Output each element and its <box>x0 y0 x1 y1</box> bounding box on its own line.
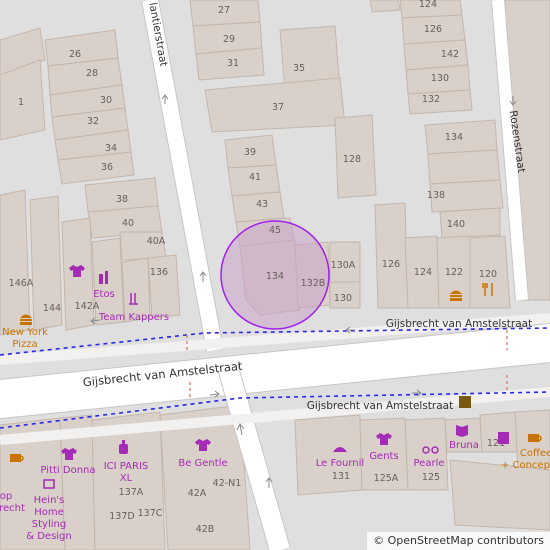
svg-text:Home: Home <box>34 507 64 518</box>
svg-text:recht: recht <box>0 503 25 514</box>
svg-text:34: 34 <box>105 143 117 154</box>
svg-text:28: 28 <box>86 68 98 79</box>
svg-text:138: 138 <box>427 190 445 201</box>
svg-text:XL: XL <box>120 473 133 484</box>
svg-text:125A: 125A <box>374 473 399 484</box>
svg-text:43: 43 <box>256 199 268 210</box>
svg-text:Be Gentle: Be Gentle <box>178 458 227 469</box>
svg-text:120: 120 <box>479 269 497 280</box>
svg-text:& Design: & Design <box>26 531 72 542</box>
svg-text:39: 39 <box>244 147 256 158</box>
svg-text:137D: 137D <box>109 511 134 522</box>
svg-text:Pizza: Pizza <box>12 339 37 350</box>
svg-text:134: 134 <box>445 132 463 143</box>
svg-text:130A: 130A <box>331 260 356 271</box>
svg-text:Pitti Donna: Pitti Donna <box>40 465 95 476</box>
svg-text:30: 30 <box>100 95 112 106</box>
map-canvas[interactable]: 27 29 31 35 37 26 28 30 32 34 36 38 40 4… <box>0 0 550 550</box>
svg-text:126: 126 <box>382 259 400 270</box>
kiosk-icon <box>459 396 471 408</box>
svg-text:124: 124 <box>414 267 432 278</box>
svg-text:134: 134 <box>266 271 284 282</box>
svg-text:Pearle: Pearle <box>414 458 445 469</box>
svg-text:126: 126 <box>424 24 442 35</box>
svg-text:op: op <box>0 491 12 502</box>
svg-text:+ Concepts: + Concepts <box>501 460 550 471</box>
svg-text:Hein's: Hein's <box>34 495 65 506</box>
svg-text:ICI PARIS: ICI PARIS <box>104 461 149 472</box>
svg-text:27: 27 <box>218 5 230 16</box>
svg-text:142: 142 <box>441 49 459 60</box>
copyright-symbol: © <box>373 534 385 547</box>
svg-text:Styling: Styling <box>32 519 66 530</box>
svg-text:Gents: Gents <box>369 451 398 462</box>
svg-text:Coffee: Coffee <box>520 448 550 459</box>
svg-text:130: 130 <box>334 293 352 304</box>
svg-text:41: 41 <box>249 172 261 183</box>
svg-text:Bruna: Bruna <box>449 440 479 451</box>
svg-text:132B: 132B <box>301 278 326 289</box>
svg-text:Gijsbrecht van Amstelstraat: Gijsbrecht van Amstelstraat <box>386 318 532 330</box>
svg-text:137A: 137A <box>119 487 144 498</box>
svg-text:146A: 146A <box>9 278 34 289</box>
svg-text:40A: 40A <box>147 236 166 247</box>
svg-text:42B: 42B <box>196 524 215 535</box>
svg-text:36: 36 <box>101 162 113 173</box>
svg-text:45: 45 <box>269 225 281 236</box>
svg-text:Etos: Etos <box>93 289 115 300</box>
svg-text:31: 31 <box>227 58 239 69</box>
shop-icon <box>498 432 509 444</box>
svg-text:136: 136 <box>150 267 168 278</box>
svg-text:144: 144 <box>43 303 61 314</box>
svg-text:37: 37 <box>272 102 284 113</box>
svg-text:35: 35 <box>293 63 305 74</box>
svg-text:Le Fournil: Le Fournil <box>316 458 364 469</box>
svg-text:32: 32 <box>87 116 99 127</box>
svg-text:122: 122 <box>445 267 463 278</box>
svg-text:38: 38 <box>116 194 128 205</box>
svg-text:128: 128 <box>343 154 361 165</box>
svg-text:1: 1 <box>18 97 24 108</box>
svg-text:29: 29 <box>223 34 235 45</box>
svg-text:140: 140 <box>447 219 465 230</box>
svg-text:131: 131 <box>332 471 350 482</box>
svg-text:26: 26 <box>69 49 81 60</box>
attribution-link[interactable]: OpenStreetMap contributors <box>388 534 544 547</box>
svg-text:142A: 142A <box>75 301 100 312</box>
svg-text:42A: 42A <box>188 488 207 499</box>
svg-text:40: 40 <box>122 218 134 229</box>
svg-text:124: 124 <box>419 0 437 10</box>
svg-text:Gijsbrecht van Amstelstraat: Gijsbrecht van Amstelstraat <box>307 400 453 412</box>
svg-text:New York: New York <box>2 327 48 338</box>
svg-text:42-N1: 42-N1 <box>213 478 242 489</box>
svg-text:Team Kappers: Team Kappers <box>98 312 169 323</box>
svg-text:125: 125 <box>422 472 440 483</box>
svg-text:137C: 137C <box>138 508 163 519</box>
svg-text:130: 130 <box>431 73 449 84</box>
svg-text:132: 132 <box>422 94 440 105</box>
map-attribution[interactable]: © OpenStreetMap contributors <box>367 532 550 550</box>
